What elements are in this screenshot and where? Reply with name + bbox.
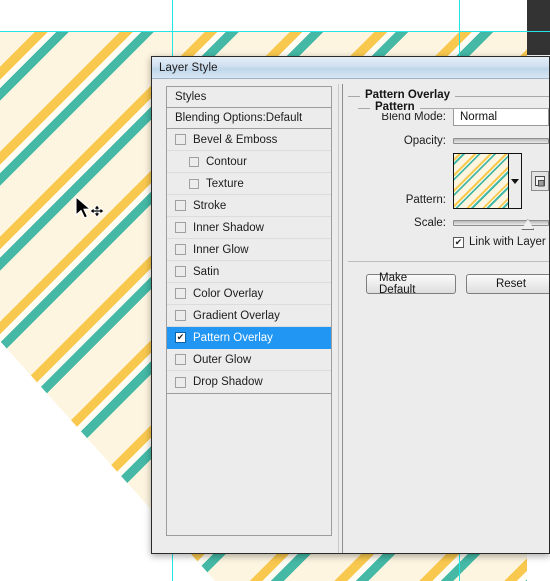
style-row-inner-shadow[interactable]: Inner Shadow — [167, 217, 331, 239]
style-row-pattern-overlay[interactable]: ✔ Pattern Overlay — [167, 327, 331, 349]
checkmark-icon: ✔ — [454, 236, 463, 247]
style-checkbox[interactable] — [175, 310, 186, 321]
opacity-row: Opacity: — [348, 135, 549, 147]
style-row-inner-glow[interactable]: Inner Glow — [167, 239, 331, 261]
style-row-label: Bevel & Emboss — [193, 133, 278, 146]
style-checkbox[interactable] — [175, 134, 186, 145]
scale-row: Scale: — [348, 217, 549, 230]
style-row-texture[interactable]: Texture — [167, 173, 331, 195]
style-row-stroke[interactable]: Stroke — [167, 195, 331, 217]
pattern-overlay-group-title: Pattern Overlay — [360, 89, 456, 101]
style-row-label: Satin — [193, 265, 220, 278]
reset-button[interactable]: Reset — [466, 274, 549, 294]
opacity-label: Opacity: — [403, 135, 446, 147]
link-with-layer-label: Link with Layer — [469, 236, 546, 248]
pattern-group-title: Pattern — [370, 101, 420, 113]
style-row-label: Color Overlay — [193, 287, 264, 300]
styles-header[interactable]: Styles — [166, 86, 332, 108]
workspace-dark-panel — [527, 0, 550, 55]
style-row-gradient-overlay[interactable]: Gradient Overlay — [167, 305, 331, 327]
style-row-label: Contour — [206, 155, 247, 168]
blending-options-row[interactable]: Blending Options:Default — [166, 107, 332, 129]
pattern-row: Pattern: — [348, 153, 549, 209]
guide-horizontal-1 — [0, 31, 550, 32]
style-checkbox[interactable] — [175, 376, 186, 388]
scale-label: Scale: — [414, 217, 446, 229]
style-row-contour[interactable]: Contour — [167, 151, 331, 173]
style-checkbox[interactable]: ✔ — [175, 332, 186, 343]
blending-options-label: Blending Options:Default — [175, 112, 303, 124]
pattern-overlay-panel: Pattern Overlay Pattern Blend Mode: Norm… — [348, 86, 549, 296]
style-row-satin[interactable]: Satin — [167, 261, 331, 283]
style-checkbox[interactable] — [175, 222, 186, 233]
opacity-slider-track — [453, 138, 549, 144]
panel-separator — [348, 261, 549, 262]
panel-divider-light — [338, 84, 339, 553]
style-row-label: Texture — [206, 177, 244, 190]
dialog-title: Layer Style — [159, 61, 218, 74]
style-row-label: Outer Glow — [193, 353, 252, 366]
style-checkbox[interactable] — [189, 178, 199, 189]
style-row-bevel-emboss[interactable]: Bevel & Emboss — [167, 129, 331, 151]
style-checkbox[interactable] — [175, 244, 186, 255]
link-with-layer-checkbox[interactable]: ✔ — [453, 236, 464, 248]
new-preset-button[interactable] — [531, 171, 549, 191]
style-checkbox[interactable] — [175, 288, 186, 299]
link-with-layer-row[interactable]: ✔ Link with Layer — [348, 236, 549, 248]
pattern-label: Pattern: — [405, 194, 446, 206]
chevron-down-icon — [511, 178, 519, 184]
style-row-label: Inner Glow — [193, 243, 249, 256]
styles-empty-area — [166, 394, 332, 536]
style-row-label: Stroke — [193, 199, 227, 212]
style-row-label: Pattern Overlay — [193, 331, 273, 344]
opacity-slider[interactable] — [453, 135, 549, 147]
styles-header-label: Styles — [175, 91, 207, 103]
blend-mode-select[interactable]: Normal — [453, 108, 549, 126]
photoshop-workspace: Layer Style Styles Blending Options:Defa… — [0, 0, 550, 581]
style-row-label: Inner Shadow — [193, 221, 264, 234]
new-preset-icon — [534, 175, 545, 186]
layer-style-dialog[interactable]: Layer Style Styles Blending Options:Defa… — [151, 56, 550, 554]
scale-slider-track — [453, 220, 549, 226]
panel-divider-dark — [342, 84, 343, 553]
styles-panel: Styles Blending Options:Default Bevel & … — [166, 86, 332, 536]
style-row-color-overlay[interactable]: Color Overlay — [167, 283, 331, 305]
style-row-label: Drop Shadow — [193, 376, 263, 388]
style-row-outer-glow[interactable]: Outer Glow — [167, 349, 331, 371]
style-row-label: Gradient Overlay — [193, 309, 280, 322]
checkmark-icon: ✔ — [176, 332, 185, 342]
pattern-picker[interactable] — [453, 153, 522, 209]
dialog-body: Styles Blending Options:Default Bevel & … — [152, 80, 549, 553]
style-checkbox[interactable] — [175, 354, 186, 365]
scale-slider[interactable] — [453, 217, 549, 230]
style-row-drop-shadow[interactable]: Drop Shadow — [167, 371, 331, 393]
style-checkbox[interactable] — [189, 156, 199, 167]
dialog-titlebar[interactable]: Layer Style — [152, 57, 549, 79]
style-checkbox[interactable] — [175, 266, 186, 277]
pattern-dropdown-button[interactable] — [509, 153, 522, 209]
dialog-buttons: Make Default Reset — [348, 272, 549, 296]
pattern-fields: Blend Mode: Normal Opacity: Pattern: Sca… — [348, 108, 549, 296]
blend-mode-value: Normal — [460, 111, 498, 123]
style-checkbox[interactable] — [175, 200, 186, 211]
style-effects-list[interactable]: Bevel & Emboss Contour Texture Stroke Inner … — [166, 128, 332, 394]
make-default-button[interactable]: Make Default — [366, 272, 456, 296]
pattern-swatch[interactable] — [453, 153, 509, 209]
